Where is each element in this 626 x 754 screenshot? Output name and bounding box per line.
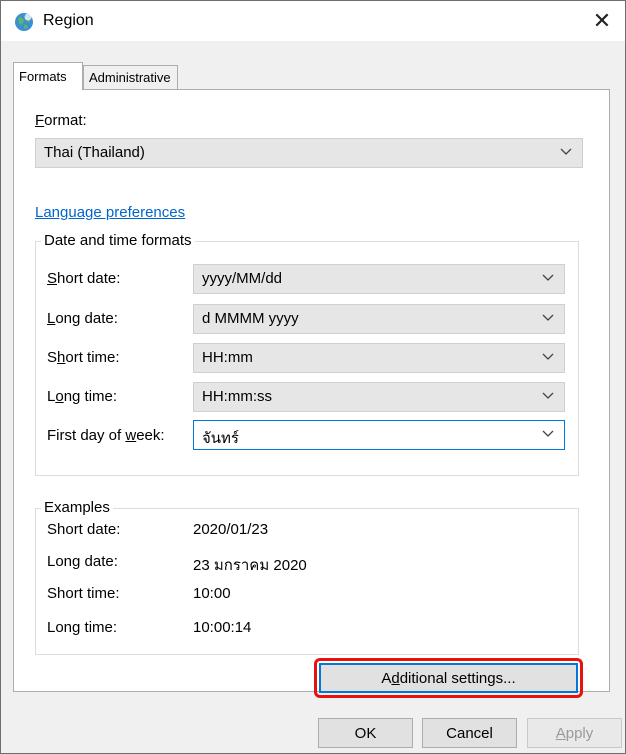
first-day-of-week-dropdown[interactable]: จันทร์ (193, 420, 565, 450)
date-time-formats-title: Date and time formats (41, 232, 195, 249)
chevron-down-icon (560, 144, 572, 158)
examples-title: Examples (41, 499, 113, 516)
short-time-value: HH:mm (202, 349, 253, 366)
close-icon[interactable]: ✕ (579, 1, 625, 41)
chevron-down-icon (542, 270, 554, 284)
ok-button[interactable]: OK (318, 718, 413, 748)
chevron-down-icon (542, 426, 554, 440)
apply-button[interactable]: Apply (527, 718, 622, 748)
region-dialog: Region ✕ Formats Administrative Format: … (0, 0, 626, 754)
format-label: Format: (35, 112, 87, 129)
title-bar: Region ✕ (1, 1, 625, 41)
example-long-time-value: 10:00:14 (193, 619, 252, 636)
chevron-down-icon (542, 310, 554, 324)
globe-icon (13, 11, 35, 33)
format-dropdown[interactable]: Thai (Thailand) (35, 138, 583, 168)
first-day-of-week-value: จันทร์ (202, 430, 239, 447)
long-time-label: Long time: (47, 388, 118, 405)
example-long-date-label: Long date: (47, 553, 118, 570)
chevron-down-icon (542, 388, 554, 402)
long-date-value: d MMMM yyyy (202, 310, 299, 327)
long-time-dropdown[interactable]: HH:mm:ss (193, 382, 565, 412)
language-preferences-link[interactable]: Language preferences (35, 204, 185, 221)
long-date-label: Long date: (47, 310, 118, 327)
short-time-dropdown[interactable]: HH:mm (193, 343, 565, 373)
additional-settings-button[interactable]: Ad ditional settings... (319, 663, 578, 693)
short-date-value: yyyy/MM/dd (202, 270, 283, 287)
short-date-label: Short date: (47, 270, 121, 287)
example-long-time-label: Long time: (47, 619, 118, 636)
first-day-of-week-label: First day of week: (47, 427, 165, 444)
cancel-button[interactable]: Cancel (422, 718, 517, 748)
tab-administrative[interactable]: Administrative (83, 65, 178, 90)
example-short-date-value: 2020/01/23 (193, 521, 269, 538)
formats-panel: Format: Thai (Thailand) Language prefere… (13, 89, 610, 692)
tab-formats[interactable]: Formats (13, 62, 83, 90)
example-long-date-value: 23 มกราคม 2020 (193, 557, 307, 574)
window-title: Region (43, 12, 94, 29)
chevron-down-icon (542, 349, 554, 363)
example-short-time-value: 10:00 (193, 585, 231, 602)
long-date-dropdown[interactable]: d MMMM yyyy (193, 304, 565, 334)
short-date-dropdown[interactable]: yyyy/MM/dd (193, 264, 565, 294)
example-short-date-label: Short date: (47, 521, 121, 538)
long-time-value: HH:mm:ss (202, 388, 272, 405)
example-short-time-label: Short time: (47, 585, 120, 602)
short-time-label: Short time: (47, 349, 120, 366)
format-value: Thai (Thailand) (44, 144, 145, 161)
